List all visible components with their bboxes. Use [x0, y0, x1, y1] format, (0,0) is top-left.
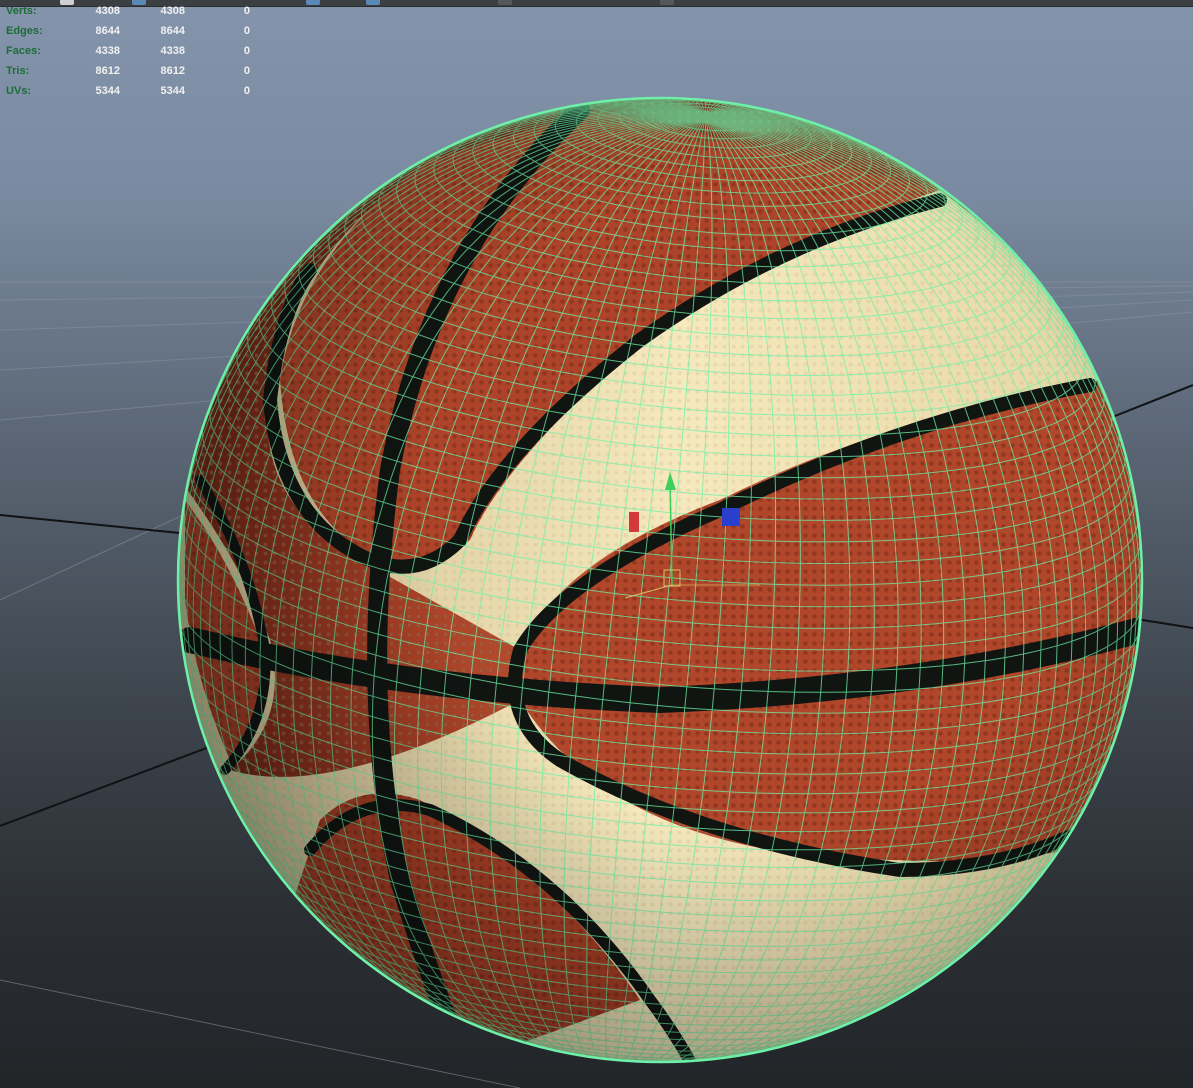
hud-label: Edges: — [6, 25, 43, 37]
hud-value-selected: 5344 — [95, 85, 120, 97]
hud-value-total: 4338 — [160, 45, 185, 57]
hud-label: Tris: — [6, 65, 30, 77]
hud-label: Verts: — [6, 5, 37, 17]
hud-value-total: 8612 — [160, 65, 185, 77]
hud-value-selected: 8644 — [95, 25, 120, 37]
hud-value-selected: 4338 — [95, 45, 120, 57]
hud-value-total: 5344 — [160, 85, 185, 97]
perspective-viewport[interactable]: Verts: 4308 4308 0 Edges: 8644 8644 0 Faces: 4338… — [0, 0, 1193, 1088]
basketball-mesh — [176, 96, 1144, 1064]
hud-value-extra: 0 — [243, 85, 250, 97]
hud-value-extra: 0 — [243, 65, 250, 77]
hud-value-extra: 0 — [243, 5, 250, 17]
hud-value-extra: 0 — [243, 25, 250, 37]
hud-value-total: 4308 — [160, 5, 185, 17]
hud-value-extra: 0 — [243, 45, 250, 57]
hud-value-selected: 8612 — [95, 65, 120, 77]
hud-value-total: 8644 — [160, 25, 185, 37]
hud-value-selected: 4308 — [95, 5, 120, 17]
hud-label: Faces: — [6, 45, 41, 57]
scene-render — [0, 96, 1193, 1088]
hud-label: UVs: — [6, 85, 32, 97]
